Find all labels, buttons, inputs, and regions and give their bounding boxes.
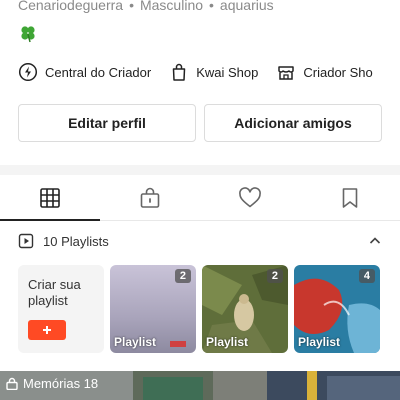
playlist-label: Playlist: [114, 335, 157, 349]
heart-icon: [239, 186, 261, 207]
memories-label-wrap: Memórias 18: [6, 376, 98, 391]
playlist-card[interactable]: 2 Playlist: [110, 265, 196, 353]
playlist-card[interactable]: 2 Playlist: [202, 265, 288, 353]
tab-saved[interactable]: [300, 175, 400, 220]
shortcut-creator-center-label: Central do Criador: [45, 64, 152, 80]
video-grid-top-row: Memórias 18: [0, 371, 400, 400]
playlists-header[interactable]: 10 Playlists: [18, 230, 382, 252]
playlist-label: Playlist: [298, 335, 341, 349]
bookmark-icon: [342, 187, 358, 208]
lock-bag-icon: [140, 187, 160, 208]
grid-icon: [40, 187, 60, 208]
profile-meta: Cenariodeguerra • Masculino • aquarius: [18, 0, 274, 13]
playlist-video-count: 2: [266, 269, 283, 283]
lightning-icon: [18, 62, 38, 82]
playlist-carousel: Criar sua playlist 2 Playlist 2 Playlist…: [18, 265, 386, 353]
lock-icon: [6, 377, 18, 390]
profile-sign: aquarius: [219, 0, 274, 13]
shortcut-creator-shop-label: Criador Sho: [303, 64, 373, 80]
tab-private[interactable]: [100, 175, 200, 220]
meta-separator: •: [129, 0, 134, 13]
memories-tile[interactable]: Memórias 18: [0, 371, 133, 400]
shortcut-creator-shop[interactable]: Criador Sho: [276, 62, 373, 82]
profile-gender: Masculino: [139, 0, 204, 13]
playlist-video-count: 4: [358, 269, 375, 283]
playlist-label: Playlist: [206, 335, 249, 349]
shortcut-creator-center[interactable]: Central do Criador: [18, 62, 151, 82]
video-thumbnail[interactable]: [267, 371, 400, 400]
playlist-card[interactable]: 4 Playlist: [294, 265, 380, 353]
meta-separator: •: [209, 0, 214, 13]
tab-likes[interactable]: [200, 175, 300, 220]
playlist-video-count: 2: [174, 269, 191, 283]
memories-label: Memórias 18: [23, 376, 99, 391]
plus-icon: [43, 326, 51, 334]
edit-profile-button[interactable]: Editar perfil: [18, 104, 196, 142]
video-thumbnail[interactable]: [133, 371, 267, 400]
playlists-count-label: 10 Playlists: [43, 233, 109, 249]
tab-grid[interactable]: [0, 175, 100, 221]
creator-shortcuts: Central do Criador Kwai Shop Criador Sho: [18, 60, 400, 84]
profile-actions: Editar perfil Adicionar amigos: [18, 104, 382, 142]
profile-tabs: [0, 175, 400, 221]
four-leaf-clover-icon: [21, 26, 35, 43]
profile-username: Cenariodeguerra: [18, 0, 124, 13]
chevron-up-icon[interactable]: [368, 234, 382, 248]
add-friends-button[interactable]: Adicionar amigos: [204, 104, 382, 142]
shortcut-kwai-shop-label: Kwai Shop: [196, 64, 259, 80]
create-playlist-button[interactable]: [28, 320, 66, 340]
shortcut-kwai-shop[interactable]: Kwai Shop: [169, 62, 258, 82]
store-icon: [278, 66, 295, 80]
shopping-bag-icon: [172, 63, 186, 81]
section-divider: [0, 165, 400, 175]
create-playlist-label: Criar sua playlist: [28, 277, 81, 308]
create-playlist-card[interactable]: Criar sua playlist: [18, 265, 104, 353]
playlist-icon: [18, 233, 34, 249]
